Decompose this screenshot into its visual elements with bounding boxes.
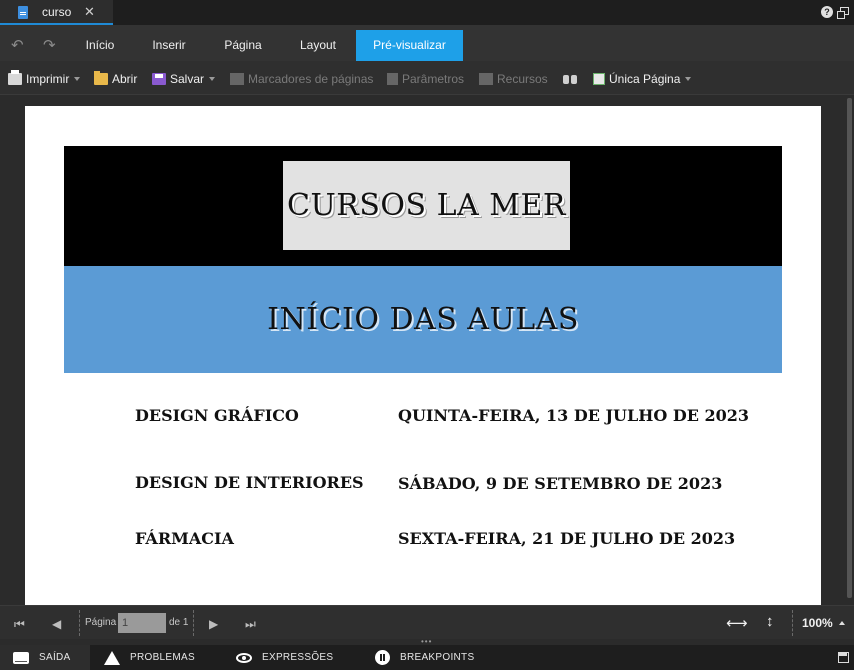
scrollbar-thumb[interactable] (847, 98, 852, 598)
course-name: DESIGN GRÁFICO (135, 406, 299, 425)
single-page-icon (593, 73, 605, 85)
printer-icon (8, 70, 22, 85)
report-page: CURSOS LA MER INÍCIO DAS AULAS DESIGN GR… (25, 106, 821, 605)
document-tab[interactable]: curso ✕ (0, 0, 113, 25)
tab-breakpoints-label: BREAKPOINTS (400, 652, 475, 663)
course-date: QUINTA-FEIRA, 13 DE JULHO DE 2023 (398, 406, 750, 425)
preview-toolbar: Imprimir Abrir Salvar Marcadores de pági… (0, 61, 854, 95)
save-icon (152, 73, 166, 85)
save-button[interactable]: Salvar (152, 71, 216, 87)
binoculars-icon (563, 73, 577, 85)
page-navigation-bar: ⏮ ◀ Página de 1 ▶ ⏭ ⟷ ↕ 100% (0, 605, 854, 639)
tab-saida[interactable]: SAÍDA (0, 645, 90, 670)
chevron-up-icon (838, 621, 845, 625)
tab-layout[interactable]: Layout (288, 30, 348, 61)
open-label: Abrir (112, 72, 138, 86)
chevron-down-icon (74, 77, 81, 81)
panel-toggle-icon[interactable] (838, 652, 849, 663)
divider (79, 610, 80, 636)
tab-breakpoints[interactable]: BREAKPOINTS (375, 645, 474, 670)
header-band: CURSOS LA MER (64, 146, 782, 266)
find-button[interactable] (563, 71, 581, 87)
document-tab-title: curso (42, 5, 72, 19)
folder-icon (94, 71, 108, 85)
help-icon[interactable]: ? (821, 6, 833, 18)
fit-width-icon[interactable]: ⟷ (726, 614, 748, 632)
restore-window-icon[interactable] (837, 6, 849, 19)
tab-pre-visualizar[interactable]: Pré-visualizar (356, 30, 463, 61)
divider (792, 610, 793, 636)
course-date: SEXTA-FEIRA, 21 DE JULHO DE 2023 (398, 529, 736, 548)
eye-icon (236, 652, 252, 663)
chevron-down-icon (209, 77, 216, 81)
page-count-label: de 1 (169, 617, 189, 628)
tab-expressoes-label: EXPRESSÕES (262, 652, 334, 663)
vertical-scrollbar[interactable] (845, 96, 854, 605)
tab-inicio[interactable]: Início (74, 30, 126, 61)
single-page-button[interactable]: Única Página (593, 71, 692, 87)
parameters-button[interactable]: Parâmetros (387, 71, 464, 87)
next-page-icon[interactable]: ▶ (209, 617, 218, 631)
page-number-input[interactable] (118, 613, 166, 633)
divider (193, 610, 194, 636)
page-label: Página (85, 617, 117, 628)
window-controls: ? (821, 6, 849, 19)
tab-inserir[interactable]: Inserir (141, 30, 197, 61)
subtitle-band: INÍCIO DAS AULAS (64, 266, 782, 373)
resources-icon (479, 73, 493, 85)
output-icon (13, 651, 29, 664)
course-date: SÁBADO, 9 DE SETEMBRO DE 2023 (398, 474, 723, 493)
tab-problemas-label: PROBLEMAS (130, 652, 195, 663)
bottom-panel-tabs: SAÍDA PROBLEMAS EXPRESSÕES BREAKPOINTS (0, 645, 854, 670)
warning-icon (104, 650, 120, 665)
tab-saida-label: SAÍDA (39, 652, 71, 663)
bookmarks-button[interactable]: Marcadores de páginas (230, 71, 373, 87)
report-designer-window: curso ✕ ? ↶ ↷ Início Inserir Página Layo… (0, 0, 854, 670)
close-tab-icon[interactable]: ✕ (84, 4, 95, 20)
last-page-icon[interactable]: ⏭ (245, 617, 256, 632)
tab-problemas[interactable]: PROBLEMAS (104, 645, 195, 670)
save-label: Salvar (170, 72, 205, 86)
course-name: DESIGN DE INTERIORES (135, 473, 364, 492)
bookmarks-icon (230, 73, 244, 85)
parameters-label: Parâmetros (402, 72, 465, 86)
zoom-dropdown[interactable]: 100% (802, 616, 845, 630)
document-tab-bar: curso ✕ ? (0, 0, 854, 25)
first-page-icon[interactable]: ⏮ (14, 617, 25, 632)
fit-height-icon[interactable]: ↕ (766, 613, 774, 630)
report-title: CURSOS LA MER (287, 188, 566, 223)
ribbon-tabs: ↶ ↷ Início Inserir Página Layout Pré-vis… (0, 25, 854, 61)
undo-icon[interactable]: ↶ (11, 36, 24, 54)
report-file-icon (18, 6, 28, 19)
report-subtitle: INÍCIO DAS AULAS (267, 302, 579, 337)
redo-icon[interactable]: ↷ (43, 36, 56, 54)
pause-icon (375, 650, 390, 665)
tab-expressoes[interactable]: EXPRESSÕES (236, 645, 333, 670)
single-page-label: Única Página (609, 72, 681, 86)
open-button[interactable]: Abrir (94, 71, 137, 87)
zoom-value: 100% (802, 616, 833, 630)
previous-page-icon[interactable]: ◀ (52, 617, 61, 631)
print-label: Imprimir (26, 72, 70, 86)
parameters-icon (387, 73, 398, 85)
bookmarks-label: Marcadores de páginas (248, 72, 374, 86)
course-name: FÁRMACIA (135, 529, 234, 548)
title-box: CURSOS LA MER (283, 161, 570, 250)
resources-label: Recursos (497, 72, 548, 86)
chevron-down-icon (685, 77, 692, 81)
tab-pagina[interactable]: Página (213, 30, 273, 61)
resources-button[interactable]: Recursos (479, 71, 548, 87)
print-button[interactable]: Imprimir (8, 70, 81, 87)
